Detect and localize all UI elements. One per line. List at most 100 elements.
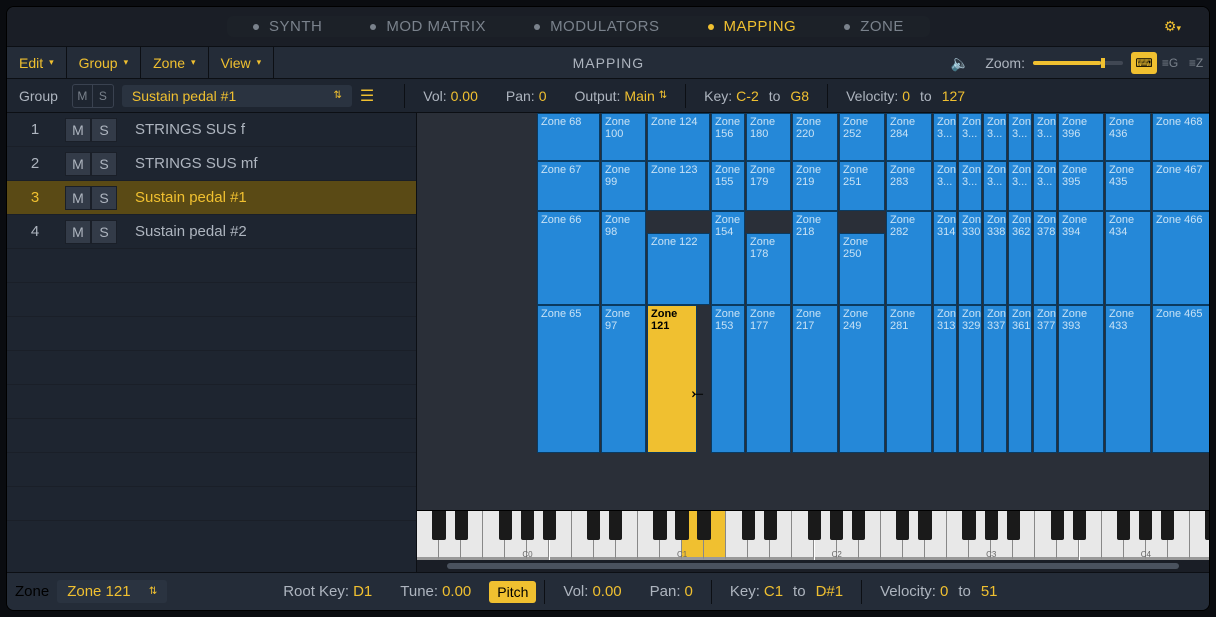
zone-cell[interactable]: Zone 156 — [711, 113, 745, 161]
black-key[interactable] — [1007, 511, 1020, 540]
black-key[interactable] — [830, 511, 843, 540]
zone-cell[interactable]: Zone 330 — [958, 211, 982, 305]
black-key[interactable] — [985, 511, 998, 540]
zone-cell[interactable]: Zone 99 — [601, 161, 646, 211]
black-key[interactable] — [764, 511, 777, 540]
mute-button[interactable]: M — [65, 186, 91, 210]
zone-name-dropdown[interactable]: Zone 121⇅ — [57, 580, 167, 603]
group-name-dropdown[interactable]: Sustain pedal #1⇅ — [122, 85, 352, 107]
zone-cell[interactable]: Zone 153 — [711, 305, 745, 453]
zone-cell[interactable]: Zone 468 — [1152, 113, 1209, 161]
zone-cell[interactable]: Zone 394 — [1058, 211, 1104, 305]
zone-cell[interactable]: Zone 466 — [1152, 211, 1209, 305]
param-tune[interactable]: Tune:0.00 — [390, 583, 481, 600]
zone-cell[interactable]: Zone 121 — [647, 305, 697, 453]
h-scrollbar[interactable] — [417, 560, 1209, 572]
zone-cell[interactable]: Zone 98 — [601, 211, 646, 305]
zone-cell[interactable]: Zone 3... — [983, 161, 1007, 211]
black-key[interactable] — [1161, 511, 1174, 540]
tab-synth[interactable]: SYNTH — [229, 18, 346, 35]
black-key[interactable] — [1139, 511, 1152, 540]
black-key[interactable] — [432, 511, 445, 540]
zone-cell[interactable]: Zone 123 — [647, 161, 710, 211]
speaker-icon[interactable]: 🔈 — [943, 54, 978, 72]
param-pan[interactable]: Pan:0 — [496, 88, 557, 104]
zone-cell[interactable]: Zone 377 — [1033, 305, 1057, 453]
zone-cell[interactable]: Zone 3... — [1008, 113, 1032, 161]
solo-button[interactable]: S — [91, 220, 117, 244]
zone-cell[interactable]: Zone 3... — [958, 161, 982, 211]
tab-mod-matrix[interactable]: MOD MATRIX — [346, 18, 510, 35]
black-key[interactable] — [587, 511, 600, 540]
zone-cell[interactable]: Zone 177 — [746, 305, 791, 453]
zone-cell[interactable]: Zone 465 — [1152, 305, 1209, 453]
zone-cell[interactable]: Zone 3... — [983, 113, 1007, 161]
black-key[interactable] — [1205, 511, 1209, 540]
group-solo[interactable]: S — [93, 85, 113, 107]
black-key[interactable] — [675, 511, 688, 540]
pitch-button[interactable]: Pitch — [489, 581, 536, 603]
param-zone-pan[interactable]: Pan:0 — [640, 583, 703, 600]
zone-cell[interactable]: Zone 219 — [792, 161, 838, 211]
zone-cell[interactable]: Zone 435 — [1105, 161, 1151, 211]
black-key[interactable] — [808, 511, 821, 540]
menu-view[interactable]: View▾ — [209, 47, 275, 78]
zone-cell[interactable]: Zone 436 — [1105, 113, 1151, 161]
zone-cell[interactable]: Zone 3... — [1008, 161, 1032, 211]
zone-cell[interactable]: Zone 154 — [711, 211, 745, 305]
zone-cell[interactable]: Zone 396 — [1058, 113, 1104, 161]
zone-cell[interactable]: Zone 97 — [601, 305, 646, 453]
zoom-slider[interactable] — [1033, 61, 1123, 65]
black-key[interactable] — [609, 511, 622, 540]
zone-cell[interactable]: Zone 282 — [886, 211, 932, 305]
zone-cell[interactable]: Zone 338 — [983, 211, 1007, 305]
zone-cell[interactable]: Zone 179 — [746, 161, 791, 211]
group-row[interactable]: 2 MS STRINGS SUS mf — [7, 147, 416, 181]
param-zone-vol[interactable]: Vol:0.00 — [553, 583, 631, 600]
param-output[interactable]: Output:Main⇅ — [564, 88, 677, 104]
zone-cell[interactable]: Zone 252 — [839, 113, 885, 161]
zone-grid[interactable]: ⤚ Zone 68Zone 100Zone 124Zone 156Zone 18… — [417, 113, 1209, 510]
zone-cell[interactable]: Zone 251 — [839, 161, 885, 211]
group-row[interactable]: 4 MS Sustain pedal #2 — [7, 215, 416, 249]
zone-cell[interactable]: Zone 281 — [886, 305, 932, 453]
zone-cell[interactable]: Zone 122 — [647, 233, 710, 305]
zone-cell[interactable]: Zone 313 — [933, 305, 957, 453]
tab-mapping[interactable]: MAPPING — [684, 18, 821, 35]
zone-cell[interactable]: Zone 155 — [711, 161, 745, 211]
zone-cell[interactable]: Zone 249 — [839, 305, 885, 453]
group-mute[interactable]: M — [73, 85, 93, 107]
zone-cell[interactable]: Zone 3... — [1033, 161, 1057, 211]
zone-cell[interactable]: Zone 66 — [537, 211, 600, 305]
zone-cell[interactable]: Zone 68 — [537, 113, 600, 161]
solo-button[interactable]: S — [91, 186, 117, 210]
list-icon[interactable]: ☰ — [360, 86, 374, 106]
zone-cell[interactable]: Zone 217 — [792, 305, 838, 453]
zone-cell[interactable]: Zone 3... — [958, 113, 982, 161]
zone-cell[interactable]: Zone 180 — [746, 113, 791, 161]
zone-cell[interactable]: Zone 3... — [933, 161, 957, 211]
param-root-key[interactable]: Root Key:D1 — [273, 583, 382, 600]
zone-cell[interactable]: Zone 284 — [886, 113, 932, 161]
zone-cell[interactable]: Zone 3... — [1033, 113, 1057, 161]
zone-cell[interactable]: Zone 434 — [1105, 211, 1151, 305]
zone-cell[interactable]: Zone 220 — [792, 113, 838, 161]
param-vol[interactable]: Vol:0.00 — [413, 88, 488, 104]
black-key[interactable] — [1051, 511, 1064, 540]
black-key[interactable] — [653, 511, 666, 540]
zone-cell[interactable]: Zone 100 — [601, 113, 646, 161]
zone-cell[interactable]: Zone 283 — [886, 161, 932, 211]
view-zone-icon[interactable]: ≡Z — [1183, 52, 1209, 74]
zone-cell[interactable]: Zone 362 — [1008, 211, 1032, 305]
black-key[interactable] — [742, 511, 755, 540]
black-key[interactable] — [896, 511, 909, 540]
zone-cell[interactable]: Zone 250 — [839, 233, 885, 305]
zone-cell[interactable]: Zone 433 — [1105, 305, 1151, 453]
black-key[interactable] — [543, 511, 556, 540]
zone-cell[interactable]: Zone 395 — [1058, 161, 1104, 211]
zone-cell[interactable]: Zone 329 — [958, 305, 982, 453]
view-keyboard-icon[interactable]: ⌨ — [1131, 52, 1157, 74]
zone-cell[interactable]: Zone 314 — [933, 211, 957, 305]
param-zone-velocity[interactable]: Velocity:0 to51 — [870, 583, 1007, 600]
group-row[interactable]: 1 MS STRINGS SUS f — [7, 113, 416, 147]
